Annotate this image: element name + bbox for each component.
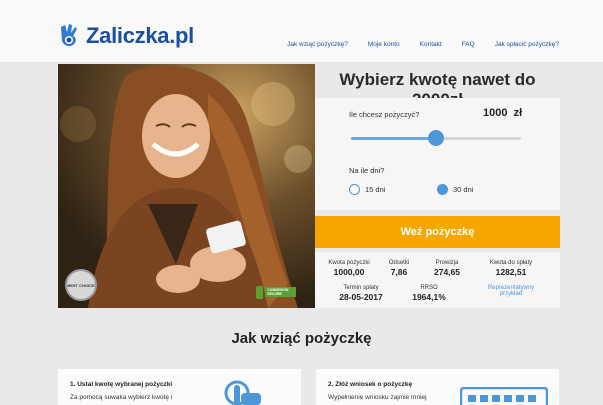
summary-total-repay-value: 1282,51 bbox=[495, 267, 527, 277]
hero-image: BEST CHOICE CONNEXION SECURE bbox=[58, 64, 315, 308]
site-header: Zaliczka.pl Jak wziąć pożyczkę? Moje kon… bbox=[0, 0, 603, 63]
nav-faq[interactable]: FAQ bbox=[462, 41, 475, 48]
best-choice-seal-icon: BEST CHOICE bbox=[65, 269, 97, 301]
badge-left-text: BEST CHOICE bbox=[67, 282, 95, 288]
step-card-2: 2. Złóż wniosek o pożyczkę Wypełnienie w… bbox=[316, 369, 559, 405]
representative-example-line2[interactable]: przykład bbox=[479, 291, 543, 297]
summary-due-date-label: Termin spłaty bbox=[343, 285, 379, 291]
radio-15-days[interactable]: 15 dni bbox=[349, 184, 385, 195]
padlock-icon bbox=[256, 285, 264, 299]
step-card-1: 1. Ustal kwotę wybranej pożyczki Za pomo… bbox=[58, 369, 301, 405]
loan-summary: Kwota pożyczki 1000,00 Odsetki 7,86 Prow… bbox=[315, 252, 560, 308]
badge-right-text: CONNEXION SECURE bbox=[265, 287, 296, 297]
amount-value: 1000 bbox=[483, 107, 508, 119]
nav-how-to-borrow[interactable]: Jak wziąć pożyczkę? bbox=[287, 41, 348, 48]
radio-15-days-dot[interactable] bbox=[349, 184, 360, 195]
summary-commission-label: Prowizja bbox=[435, 260, 459, 266]
step-1-title: 1. Ustal kwotę wybranej pożyczki bbox=[70, 381, 173, 388]
summary-apr-label: RRSO bbox=[420, 285, 438, 291]
amount-slider-fill bbox=[351, 137, 436, 140]
radio-30-days-label: 30 dni bbox=[453, 185, 474, 194]
summary-loan-amount-label: Kwota pożyczki bbox=[328, 260, 370, 266]
amount-question: Ile chcesz pożyczyć? bbox=[349, 110, 420, 119]
nav-how-to-repay[interactable]: Jak spłacić pożyczkę? bbox=[495, 41, 559, 48]
days-question: Na ile dni? bbox=[349, 166, 385, 175]
nav-contact[interactable]: Kontakt bbox=[420, 41, 442, 48]
summary-due-date: Termin spłaty 28-05-2017 bbox=[331, 285, 391, 302]
keyboard-icon bbox=[459, 386, 549, 405]
summary-interest-label: Odsetki bbox=[388, 260, 410, 266]
amount-currency: zł bbox=[513, 107, 523, 119]
nav-my-account[interactable]: Moje konto bbox=[368, 41, 400, 48]
amount-display: 1000 zł bbox=[483, 107, 522, 119]
summary-commission-value: 274,65 bbox=[434, 267, 460, 277]
logo[interactable]: Zaliczka.pl bbox=[58, 18, 194, 54]
summary-apr: RRSO 1964,1% bbox=[405, 285, 453, 302]
summary-commission: Prowizja 274,65 bbox=[421, 260, 473, 277]
summary-total-repay: Kwota do spłaty 1282,51 bbox=[483, 260, 539, 277]
summary-interest-value: 7,86 bbox=[390, 267, 408, 277]
hand-logo-icon bbox=[58, 23, 82, 49]
summary-due-date-value: 28-05-2017 bbox=[339, 292, 383, 302]
step-2-text: Wypełnienie wniosku zajmie mniej bbox=[328, 394, 427, 401]
step-1-text: Za pomocą suwaka wybierz kwotę i bbox=[70, 394, 173, 401]
steps-section-title: Jak wziąć pożyczkę bbox=[231, 330, 372, 347]
summary-interest: Odsetki 7,86 bbox=[383, 260, 415, 277]
summary-loan-amount-value: 1000,00 bbox=[333, 267, 365, 277]
radio-30-days-dot[interactable] bbox=[437, 184, 448, 195]
hand-pointer-icon bbox=[223, 379, 267, 405]
summary-total-repay-label: Kwota do spłaty bbox=[489, 260, 533, 266]
summary-apr-value: 1964,1% bbox=[412, 292, 446, 302]
summary-loan-amount: Kwota pożyczki 1000,00 bbox=[325, 260, 373, 277]
take-loan-button[interactable]: Weź pożyczkę bbox=[315, 216, 560, 248]
secure-connection-badge: CONNEXION SECURE bbox=[256, 284, 296, 300]
top-nav: Jak wziąć pożyczkę? Moje konto Kontakt F… bbox=[287, 41, 559, 48]
representative-example-link[interactable]: Reprezentatywny przykład bbox=[479, 285, 543, 297]
radio-30-days[interactable]: 30 dni bbox=[437, 184, 473, 195]
amount-slider-handle[interactable] bbox=[428, 130, 444, 146]
radio-15-days-label: 15 dni bbox=[365, 185, 386, 194]
logo-text: Zaliczka.pl bbox=[86, 23, 194, 48]
step-2-title: 2. Złóż wniosek o pożyczkę bbox=[328, 381, 413, 388]
loan-calculator: Ile chcesz pożyczyć? 1000 zł Na ile dni?… bbox=[315, 98, 560, 210]
